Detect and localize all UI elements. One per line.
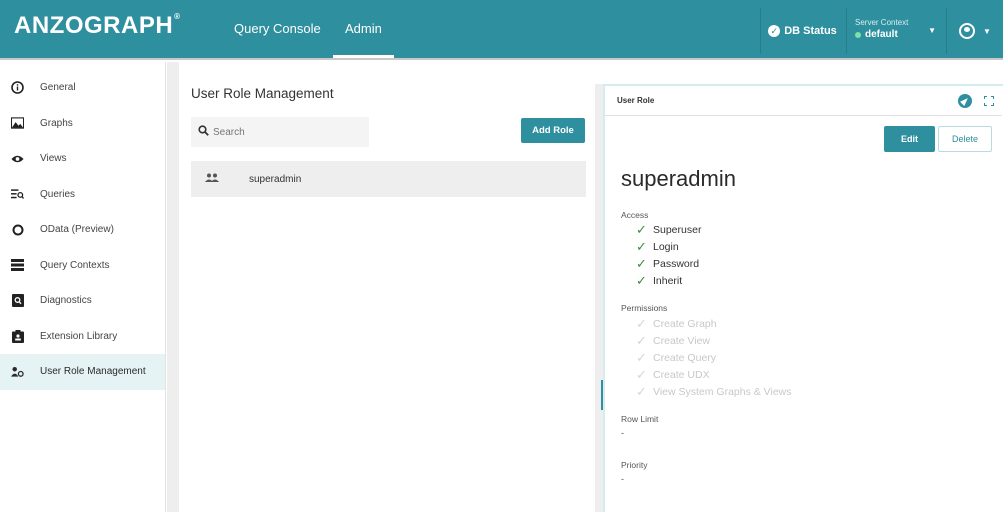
expand-icon[interactable] — [984, 96, 994, 106]
access-item-label: Password — [653, 258, 700, 270]
permission-item-label: Create Graph — [653, 318, 717, 330]
access-item-login: ✓ Login — [636, 239, 679, 255]
role-name-label: superadmin — [249, 173, 302, 185]
sidebar-item-label: Graphs — [40, 117, 73, 129]
permission-item-create-udx: ✓ Create UDX — [636, 367, 710, 383]
check-icon: ✓ — [636, 367, 647, 382]
sidebar-item-label: Queries — [40, 188, 76, 200]
role-list-panel: User Role Management Add Role superadmin — [179, 62, 595, 512]
priority-value: - — [621, 474, 624, 484]
access-item-label: Superuser — [653, 224, 702, 236]
role-detail-panel: User Role Edit Delete superadmin Access … — [603, 84, 1003, 512]
user-menu-button[interactable]: ▼ — [946, 8, 1003, 54]
registered-mark: ® — [174, 12, 181, 21]
sidebar-item-diagnostics[interactable]: Diagnostics — [0, 283, 165, 319]
user-avatar-icon — [959, 23, 976, 39]
delete-button[interactable]: Delete — [938, 126, 992, 152]
user-role-icon — [11, 365, 24, 378]
anzograph-logo[interactable]: ANZOGRAPH® — [14, 12, 181, 40]
access-item-label: Inherit — [653, 275, 683, 287]
check-icon: ✓ — [636, 222, 647, 237]
admin-sidebar: General Graphs Views Queries OData (Prev… — [0, 62, 166, 512]
permission-item-label: Create Query — [653, 352, 717, 364]
access-item-password: ✓ Password — [636, 256, 699, 272]
edit-button[interactable]: Edit — [884, 126, 935, 152]
sidebar-item-general[interactable]: General — [0, 70, 165, 106]
panel-resize-divider[interactable] — [595, 84, 603, 512]
image-icon — [11, 117, 24, 130]
stack-icon — [11, 259, 24, 272]
access-section-label: Access — [621, 210, 649, 220]
server-context-value: default — [865, 29, 898, 40]
check-icon: ✓ — [636, 333, 647, 348]
group-icon — [205, 173, 229, 186]
access-item-label: Login — [653, 241, 679, 253]
sidebar-item-query-contexts[interactable]: Query Contexts — [0, 248, 165, 284]
sidebar-item-views[interactable]: Views — [0, 141, 165, 177]
sidebar-item-label: OData (Preview) — [40, 224, 114, 236]
check-icon: ✓ — [636, 384, 647, 399]
permission-item-create-query: ✓ Create Query — [636, 350, 716, 366]
sidebar-item-graphs[interactable]: Graphs — [0, 106, 165, 142]
check-icon: ✓ — [636, 256, 647, 271]
check-icon: ✓ — [636, 316, 647, 331]
check-icon: ✓ — [636, 273, 647, 288]
library-icon — [11, 329, 24, 343]
panel-title: User Role — [617, 96, 655, 105]
check-circle-icon: ✓ — [768, 25, 781, 37]
permission-item-label: Create View — [653, 335, 711, 347]
sidebar-item-label: Extension Library — [40, 330, 118, 342]
sidebar-item-extension-library[interactable]: Extension Library — [0, 319, 165, 355]
connected-dot-icon — [855, 31, 861, 38]
row-limit-label: Row Limit — [621, 414, 659, 424]
access-item-superuser: ✓ Superuser — [636, 222, 701, 238]
permission-item-create-view: ✓ Create View — [636, 333, 710, 349]
priority-label: Priority — [621, 460, 648, 470]
layout-gutter — [167, 62, 179, 512]
compass-icon[interactable] — [958, 94, 972, 108]
check-icon: ✓ — [636, 239, 647, 254]
search-box[interactable] — [191, 117, 369, 147]
permissions-section-label: Permissions — [621, 303, 668, 313]
access-item-inherit: ✓ Inherit — [636, 273, 682, 289]
sidebar-item-label: Views — [40, 153, 67, 165]
sidebar-item-queries[interactable]: Queries — [0, 177, 165, 213]
permission-item-label: View System Graphs & Views — [653, 386, 792, 398]
row-limit-value: - — [621, 428, 624, 438]
odata-icon — [11, 223, 24, 236]
search-icon — [198, 125, 209, 139]
db-status-button[interactable]: ✓ DB Status — [760, 8, 844, 54]
permission-item-view-system-graphs: ✓ View System Graphs & Views — [636, 384, 792, 400]
permission-item-label: Create UDX — [653, 369, 710, 381]
logo-text: ANZOGRAPH — [14, 12, 174, 39]
sidebar-item-odata[interactable]: OData (Preview) — [0, 212, 165, 248]
sidebar-item-label: General — [40, 82, 76, 94]
detail-header: User Role — [605, 86, 1002, 116]
db-status-label: DB Status — [784, 25, 837, 37]
list-item[interactable]: superadmin — [191, 161, 586, 197]
sidebar-item-user-role-management[interactable]: User Role Management — [0, 354, 165, 390]
top-navigation-bar: ANZOGRAPH® Query Console Admin ✓ DB Stat… — [0, 0, 1003, 60]
info-icon — [11, 81, 24, 95]
search-input[interactable] — [213, 126, 353, 138]
chevron-down-icon: ▼ — [928, 26, 936, 35]
server-context-dropdown[interactable]: Server Context default ▼ — [846, 8, 944, 54]
check-icon: ✓ — [636, 350, 647, 365]
add-role-button[interactable]: Add Role — [521, 118, 585, 143]
tab-query-console[interactable]: Query Console — [222, 0, 333, 58]
sidebar-item-label: User Role Management — [40, 366, 146, 378]
sidebar-item-label: Diagnostics — [40, 295, 92, 307]
sidebar-item-label: Query Contexts — [40, 259, 110, 271]
chevron-down-icon: ▼ — [983, 26, 991, 36]
permission-item-create-graph: ✓ Create Graph — [636, 316, 717, 332]
eye-icon — [11, 152, 24, 165]
diagnostics-icon — [11, 294, 24, 308]
query-list-icon — [11, 188, 24, 201]
tab-admin[interactable]: Admin — [333, 0, 394, 58]
role-name-heading: superadmin — [621, 166, 736, 191]
page-title: User Role Management — [191, 86, 334, 101]
